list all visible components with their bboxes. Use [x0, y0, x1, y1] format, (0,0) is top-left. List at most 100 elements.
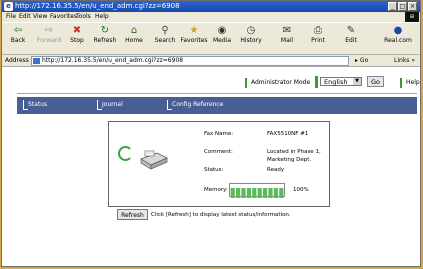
refresh-button[interactable]: Refresh: [117, 209, 148, 220]
top-strip: Administrator Mode English ▼ Go Help: [17, 74, 420, 94]
close-button[interactable]: ×: [408, 2, 417, 11]
menu-favorites[interactable]: Favorites: [50, 12, 77, 22]
memory-meter-segment: [246, 188, 251, 198]
memory-meter-segment: [241, 188, 246, 198]
refresh-browser-button[interactable]: ↻ Refresh: [90, 25, 120, 53]
forward-label: Forward: [36, 37, 62, 44]
mail-icon: ✉: [282, 25, 292, 36]
search-icon: ⚲: [161, 25, 169, 36]
star-icon: ★: [189, 25, 199, 36]
search-button[interactable]: ⚲ Search: [150, 25, 180, 53]
memory-meter: [229, 183, 285, 198]
tab-journal[interactable]: Journal: [97, 100, 123, 110]
memory-meter-segment: [268, 188, 273, 198]
address-go-label: Go: [359, 57, 369, 64]
refresh-label: Refresh: [93, 37, 117, 44]
window-title: http://172.16.35.5/en/u_end_adm.cgi?zz=6…: [15, 2, 180, 10]
memory-percent: 100%: [293, 187, 309, 193]
links-button[interactable]: Links »: [394, 55, 415, 66]
stop-label: Stop: [70, 37, 84, 44]
menu-help[interactable]: Help: [95, 12, 109, 22]
tab-config-reference[interactable]: Config Reference: [167, 100, 223, 110]
print-button[interactable]: ⎙ Print: [303, 25, 333, 53]
favorites-button[interactable]: ★ Favorites: [179, 25, 209, 53]
stop-icon: ✖: [72, 25, 82, 36]
refresh-icon: ↻: [100, 25, 110, 36]
page-content: Administrator Mode English ▼ Go Help Sta…: [2, 67, 420, 266]
back-button[interactable]: ⇦ Back: [3, 25, 33, 53]
print-label: Print: [311, 37, 325, 44]
help-link[interactable]: Help: [400, 78, 420, 88]
address-bar: Address http://172.16.35.5/en/u_end_adm.…: [2, 55, 420, 67]
memory-meter-segment: [279, 188, 284, 198]
history-label: History: [240, 37, 262, 44]
memory-meter-segment: [257, 188, 262, 198]
language-value: English: [324, 78, 348, 86]
refresh-swirl-icon: [118, 146, 133, 161]
maximize-button[interactable]: □: [398, 2, 407, 11]
edit-button[interactable]: ✎ Edit: [336, 25, 366, 53]
edit-label: Edit: [345, 37, 357, 44]
comment-value: Located in Phase 1, Marketing Dept.: [267, 149, 321, 163]
administrator-mode-link[interactable]: Administrator Mode: [245, 78, 310, 88]
language-select[interactable]: English ▼: [320, 77, 362, 86]
real-icon: ●: [393, 25, 403, 36]
minimize-button[interactable]: _: [388, 2, 397, 11]
search-label: Search: [154, 37, 176, 44]
windows-logo-icon: ⊞: [405, 12, 419, 22]
status-value: Ready: [267, 167, 285, 173]
stop-button[interactable]: ✖ Stop: [62, 25, 92, 53]
history-button[interactable]: ◷ History: [236, 25, 266, 53]
links-label: Links: [394, 57, 410, 64]
menu-tools[interactable]: Tools: [76, 12, 91, 22]
memory-meter-bars: [230, 188, 284, 198]
menu-view[interactable]: View: [33, 12, 47, 22]
media-label: Media: [212, 37, 232, 44]
memory-meter-segment: [236, 188, 241, 198]
memory-label: Memory:: [204, 187, 228, 193]
memory-meter-segment: [273, 188, 278, 198]
mail-label: Mail: [280, 37, 294, 44]
memory-meter-segment: [252, 188, 257, 198]
forward-arrow-icon: ⇨: [44, 25, 54, 36]
status-panel: Fax Name: FAX5510NF #1 Comment: Located …: [108, 121, 330, 207]
menu-bar: File Edit View Favorites Tools Help ⊞: [2, 12, 420, 22]
refresh-note: Click [Refresh] to display latest status…: [151, 212, 291, 218]
fax-name-value: FAX5510NF #1: [267, 131, 309, 137]
home-icon: ⌂: [130, 25, 138, 36]
address-go-button[interactable]: ▸ Go: [355, 55, 368, 66]
address-input[interactable]: http://172.16.35.5/en/u_end_adm.cgi?zz=6…: [31, 56, 349, 66]
tab-status[interactable]: Status: [23, 100, 47, 110]
mail-button[interactable]: ✉ Mail: [272, 25, 302, 53]
memory-meter-segment: [230, 188, 235, 198]
status-label: Status:: [204, 167, 224, 173]
menu-edit[interactable]: Edit: [19, 12, 31, 22]
home-button[interactable]: ⌂ Home: [119, 25, 149, 53]
language-go-button[interactable]: Go: [367, 76, 384, 87]
print-icon: ⎙: [314, 25, 322, 36]
edit-icon: ✎: [346, 25, 356, 36]
address-label: Address: [5, 57, 29, 64]
forward-button[interactable]: ⇨ Forward: [34, 25, 64, 53]
page-icon: [33, 58, 40, 64]
menu-file[interactable]: File: [6, 12, 16, 22]
history-icon: ◷: [246, 25, 256, 36]
browser-window: e http://172.16.35.5/en/u_end_adm.cgi?zz…: [1, 0, 421, 267]
fax-name-label: Fax Name:: [204, 131, 234, 137]
ie-icon: e: [4, 2, 13, 11]
nav-bar: Status Journal Config Reference: [17, 97, 417, 114]
media-icon: ◉: [217, 25, 227, 36]
favorites-label: Favorites: [180, 37, 208, 44]
back-label: Back: [10, 37, 26, 44]
realcom-button[interactable]: ● Real.com: [380, 25, 416, 53]
address-url: http://172.16.35.5/en/u_end_adm.cgi?zz=6…: [42, 57, 184, 64]
memory-meter-segment: [263, 188, 268, 198]
home-label: Home: [125, 37, 143, 44]
chevron-down-icon: ▼: [353, 78, 361, 85]
realcom-label: Real.com: [384, 37, 412, 44]
title-bar: e http://172.16.35.5/en/u_end_adm.cgi?zz…: [2, 1, 420, 12]
fax-machine-icon: [140, 150, 168, 170]
media-button[interactable]: ◉ Media: [207, 25, 237, 53]
comment-label: Comment:: [204, 149, 233, 155]
toolbar: ⇦ Back ⇨ Forward ✖ Stop ↻ Refresh ⌂ Home ⚲ Sea…: [2, 22, 420, 55]
